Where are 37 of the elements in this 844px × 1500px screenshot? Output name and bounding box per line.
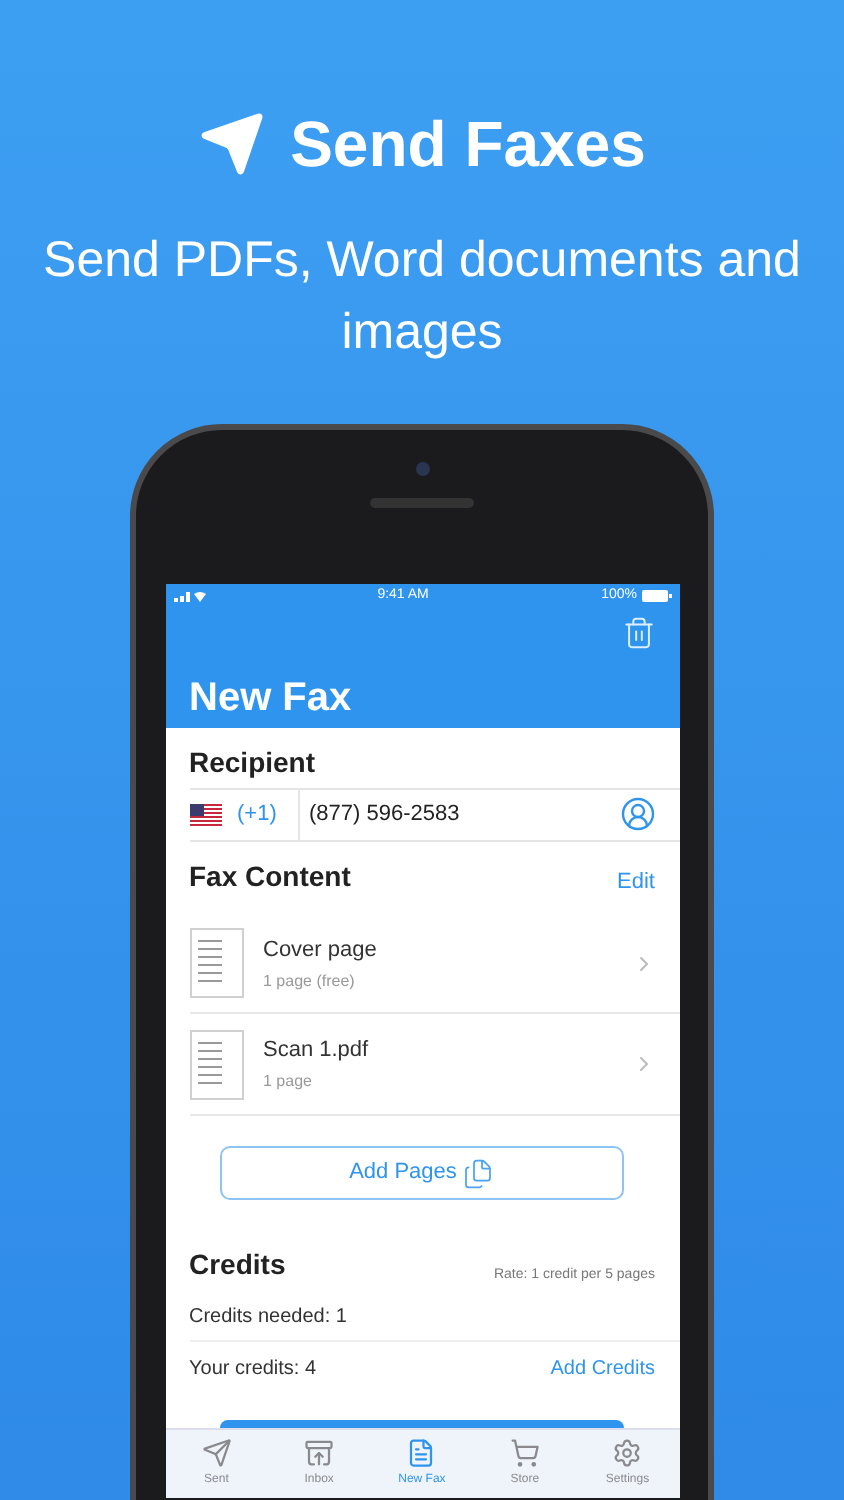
- paper-plane-icon: [198, 110, 267, 178]
- battery-icon: [641, 589, 671, 602]
- settings-icon: [612, 1438, 643, 1469]
- page-thumbnail: [189, 1029, 243, 1100]
- document-name: Cover page: [263, 935, 379, 965]
- paper-plane-icon: [201, 1438, 232, 1469]
- inbox-tray-icon: [304, 1438, 335, 1469]
- send-button[interactable]: [220, 1420, 624, 1429]
- phone-number: (877) 596-2583: [309, 800, 462, 831]
- contact-icon[interactable]: [619, 796, 655, 833]
- country-code[interactable]: (+1): [237, 798, 277, 832]
- headline-subtitle: Send PDFs, Word documents and images: [42, 230, 802, 364]
- camera-icon: [415, 462, 429, 476]
- section-heading: Recipient: [189, 743, 316, 782]
- documents-icon: [462, 1157, 495, 1190]
- phone-number-field[interactable]: (+1) (877) 596-2583: [189, 787, 679, 843]
- credits-needed: Credits needed: 1: [189, 1303, 347, 1332]
- cart-icon: [509, 1438, 540, 1469]
- document-row[interactable]: Cover page 1 page (free): [189, 914, 679, 1015]
- speaker-grille: [370, 498, 474, 508]
- section-heading: Fax Content: [189, 858, 351, 897]
- document-pages: 1 page: [263, 1070, 314, 1095]
- document-pages: 1 page (free): [263, 970, 357, 994]
- add-credits-link[interactable]: Add Credits: [550, 1354, 655, 1385]
- section-heading: Credits: [189, 1246, 286, 1285]
- your-credits: Your credits: 4: [189, 1356, 317, 1385]
- add-pages-button[interactable]: Add Pages: [220, 1146, 624, 1201]
- flag-icon: [189, 803, 221, 826]
- document-row[interactable]: Scan 1.pdf 1 page: [189, 1014, 679, 1116]
- trash-icon[interactable]: [621, 615, 655, 650]
- headline-title: Send Faxes: [290, 106, 646, 184]
- document-icon: [406, 1438, 437, 1469]
- nav-title: New Fax: [189, 673, 354, 724]
- document-name: Scan 1.pdf: [263, 1035, 371, 1066]
- page-thumbnail: [189, 928, 243, 999]
- edit-button[interactable]: Edit: [617, 865, 655, 899]
- signal-icon: [173, 589, 205, 602]
